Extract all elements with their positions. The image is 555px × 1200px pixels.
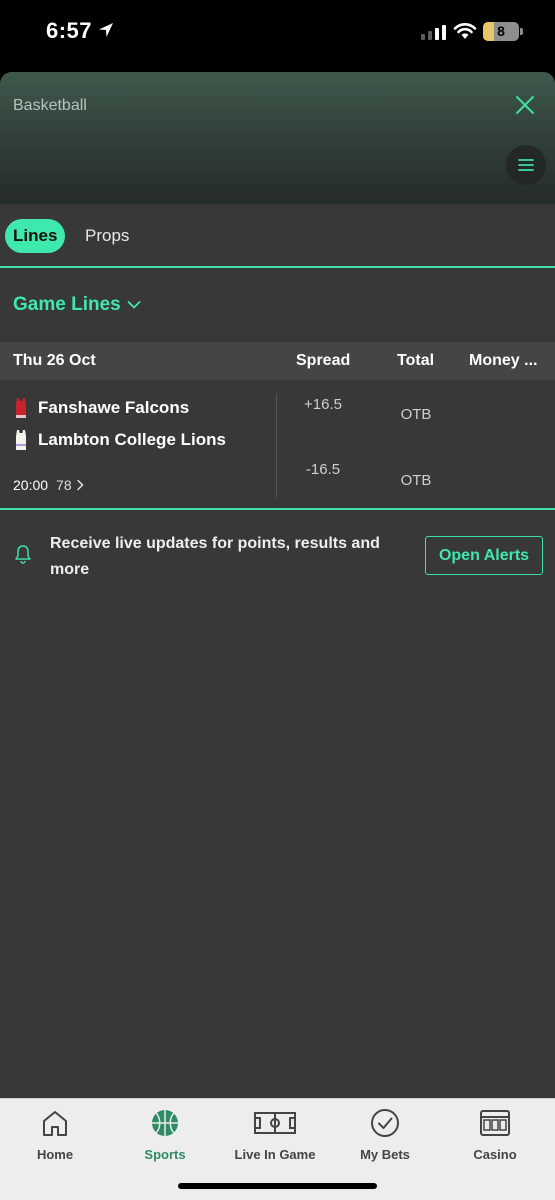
total-odd-team2[interactable]: OTB xyxy=(392,472,440,489)
team-name: Lambton College Lions xyxy=(38,430,226,449)
nav-label: Sports xyxy=(144,1147,186,1162)
column-total: Total xyxy=(397,352,435,369)
jersey-red-icon xyxy=(16,398,26,418)
nav-live-in-game[interactable]: Live In Game xyxy=(220,1107,330,1162)
event-time: 20:00 xyxy=(13,477,49,493)
menu-button[interactable] xyxy=(506,145,546,185)
home-icon xyxy=(43,1111,67,1136)
location-arrow-icon xyxy=(99,23,113,37)
column-money: Money ... xyxy=(469,352,538,369)
game-lines-dropdown[interactable]: Game Lines xyxy=(13,294,141,316)
close-icon xyxy=(516,96,534,114)
team-row-2: Lambton College Lions xyxy=(14,429,226,451)
alert-banner: Receive live updates for points, results… xyxy=(0,512,555,598)
event-row[interactable]: Fanshawe Falcons Lambton College Lions 2… xyxy=(0,380,555,510)
team-name: Fanshawe Falcons xyxy=(38,398,190,417)
cellular-signal-icon xyxy=(421,24,446,40)
close-button[interactable] xyxy=(510,90,540,120)
table-header: Thu 26 Oct Spread Total Money ... xyxy=(0,342,555,380)
nav-label: Live In Game xyxy=(234,1147,316,1162)
open-alerts-button[interactable]: Open Alerts xyxy=(425,536,543,575)
basketball-icon xyxy=(152,1110,178,1136)
bell-icon xyxy=(15,545,31,564)
nav-casino[interactable]: Casino xyxy=(440,1107,550,1162)
tabs-bar: Lines Props xyxy=(0,204,555,268)
sheet-header: Basketball xyxy=(0,72,555,204)
nav-label: Home xyxy=(36,1147,74,1162)
column-divider xyxy=(276,394,277,498)
nav-sports[interactable]: Sports xyxy=(110,1107,220,1162)
tab-lines[interactable]: Lines xyxy=(5,219,66,253)
hamburger-icon xyxy=(518,159,534,171)
field-icon xyxy=(254,1112,296,1134)
status-bar: 6:57 8 xyxy=(0,0,555,70)
column-spread: Spread xyxy=(296,352,351,369)
total-odd-team1[interactable]: OTB xyxy=(392,406,440,423)
battery-cap xyxy=(520,28,523,35)
battery-icon: 8 xyxy=(483,22,519,41)
nav-home[interactable]: Home xyxy=(0,1107,110,1162)
section-title: Game Lines xyxy=(13,294,121,315)
markets-count-link[interactable]: 78 xyxy=(56,477,84,493)
check-circle-icon xyxy=(371,1109,399,1137)
tab-props[interactable]: Props xyxy=(77,219,137,253)
wifi-icon xyxy=(453,23,477,39)
event-date: Thu 26 Oct xyxy=(13,352,96,369)
spread-odd-team2[interactable]: -16.5 xyxy=(300,461,346,478)
alert-text: Receive live updates for points, results… xyxy=(50,535,380,578)
nav-label: My Bets xyxy=(360,1147,410,1162)
event-meta: 20:00 78 xyxy=(13,477,84,493)
slot-machine-icon xyxy=(480,1110,510,1136)
battery-level: 8 xyxy=(497,23,505,39)
chevron-down-icon xyxy=(127,301,141,309)
markets-count: 78 xyxy=(56,477,72,493)
spread-odd-team1[interactable]: +16.5 xyxy=(300,396,346,413)
chevron-right-icon xyxy=(76,479,84,491)
nav-my-bets[interactable]: My Bets xyxy=(330,1107,440,1162)
home-indicator xyxy=(178,1183,377,1189)
status-time: 6:57 xyxy=(46,18,93,43)
nav-label: Casino xyxy=(473,1147,517,1162)
sheet-title: Basketball xyxy=(13,97,87,114)
sport-sheet: Basketball Lines Props Game Lines Thu 26… xyxy=(0,72,555,1098)
team-row-1: Fanshawe Falcons xyxy=(14,397,189,419)
jersey-white-icon xyxy=(16,430,26,450)
